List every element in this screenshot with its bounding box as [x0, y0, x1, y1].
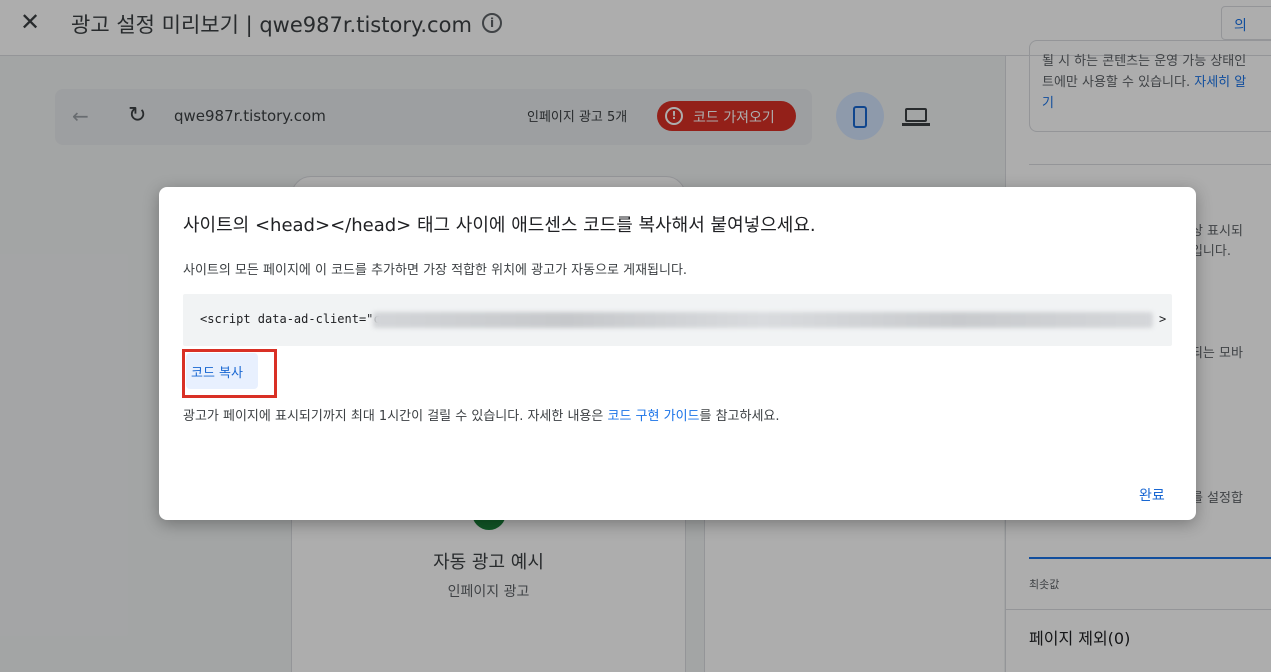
note-suffix: 를 참고하세요.: [699, 409, 780, 424]
code-guide-link[interactable]: 코드 구현 가이드: [608, 409, 700, 424]
code-snippet-end: >: [1159, 312, 1167, 326]
note-prefix: 광고가 페이지에 표시되기까지 최대 1시간이 걸릴 수 있습니다. 자세한 내…: [183, 409, 608, 424]
code-snippet-start: <script data-ad-client="c: [200, 312, 381, 326]
dialog-title: 사이트의 <head></head> 태그 사이에 애드센스 코드를 복사해서 …: [183, 215, 816, 236]
dialog-description: 사이트의 모든 페이지에 이 코드를 추가하면 가장 적합한 위치에 광고가 자…: [183, 263, 688, 278]
blurred-code: [373, 312, 1153, 328]
done-button[interactable]: 완료: [1139, 485, 1165, 505]
code-dialog: 사이트의 <head></head> 태그 사이에 애드센스 코드를 복사해서 …: [159, 187, 1196, 520]
dialog-note: 광고가 페이지에 표시되기까지 최대 1시간이 걸릴 수 있습니다. 자세한 내…: [183, 405, 780, 424]
code-snippet-box[interactable]: <script data-ad-client="c >: [183, 294, 1172, 346]
highlight-frame: [182, 349, 277, 398]
